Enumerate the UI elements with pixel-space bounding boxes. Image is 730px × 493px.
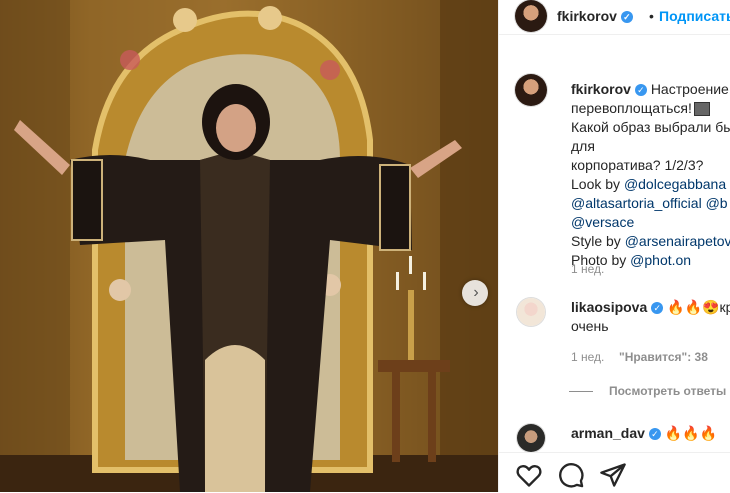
post-actions-bar [499,452,730,493]
style-prefix: Style by [571,233,625,249]
commenter-avatar[interactable] [517,298,545,326]
caption-line-3: Какой образ выбрали бы для [571,119,730,154]
share-icon[interactable] [599,461,627,489]
mention-versace[interactable]: @versace [571,214,634,230]
caption-line-4: корпоратива? 1/2/3? [571,157,704,173]
author-username[interactable]: fkirkorov ✓ [557,8,633,24]
mention-photon[interactable]: @phot.on [630,252,691,268]
author-avatar[interactable] [515,0,547,32]
verified-badge-icon: ✓ [648,428,661,441]
view-replies-button[interactable]: Посмотреть ответы (1) [569,384,730,398]
caption-username[interactable]: fkirkorov [571,81,631,97]
comment-item: arman_dav ✓ 🔥🔥🔥 [571,424,730,443]
next-photo-button[interactable]: › [462,280,488,306]
mention-arsenairapetov[interactable]: @arsenairapetov [625,233,730,249]
mention-b[interactable]: @b [706,195,728,211]
caption-line-1: Настроение [650,81,729,97]
comment-username[interactable]: arman_dav [571,425,645,441]
verified-badge-icon: ✓ [651,302,664,315]
verified-badge-icon: ✓ [634,84,647,97]
comment-username[interactable]: likaosipova [571,299,647,315]
replies-divider [569,391,593,393]
mention-altasartoria[interactable]: @altasartoria_official [571,195,702,211]
separator-dot: • [649,8,654,24]
verified-badge-icon: ✓ [620,11,633,24]
photo-illustration [0,0,498,492]
post-caption: fkirkorov ✓ Настроение перевоплощаться! К… [571,80,730,270]
comment-item: likaosipova ✓ 🔥🔥😍кр очень [571,298,730,336]
comment-text-line-2: очень [571,318,609,334]
heart-icon[interactable] [515,461,543,489]
view-replies-label[interactable]: Посмотреть ответы (1) [609,384,730,398]
look-prefix: Look by [571,176,624,192]
caption-avatar[interactable] [515,74,547,106]
comment-icon[interactable] [557,461,585,489]
chevron-right-icon: › [473,284,479,301]
comment-text: 🔥🔥😍кр [667,299,730,315]
post-side-panel: fkirkorov✓ • Подписаться fkirkorov✓ Наст… [498,0,730,492]
commenter-avatar[interactable] [517,424,545,452]
post-header: fkirkorov✓ • Подписаться [499,0,730,35]
comment-time[interactable]: 1 нед. [571,350,604,364]
caption-line-2: перевоплощаться! [571,100,692,116]
comment-likes[interactable]: "Нравится": 38 [619,350,708,364]
comment-text: 🔥🔥🔥 [664,425,718,441]
follow-button[interactable]: Подписаться [659,8,730,24]
mention-dolcegabbana[interactable]: @dolcegabbana [624,176,726,192]
post-photo[interactable]: › [0,0,498,492]
film-emoji-icon [693,102,710,117]
author-username-text[interactable]: fkirkorov [557,8,617,24]
caption-time[interactable]: 1 нед. [571,262,604,276]
